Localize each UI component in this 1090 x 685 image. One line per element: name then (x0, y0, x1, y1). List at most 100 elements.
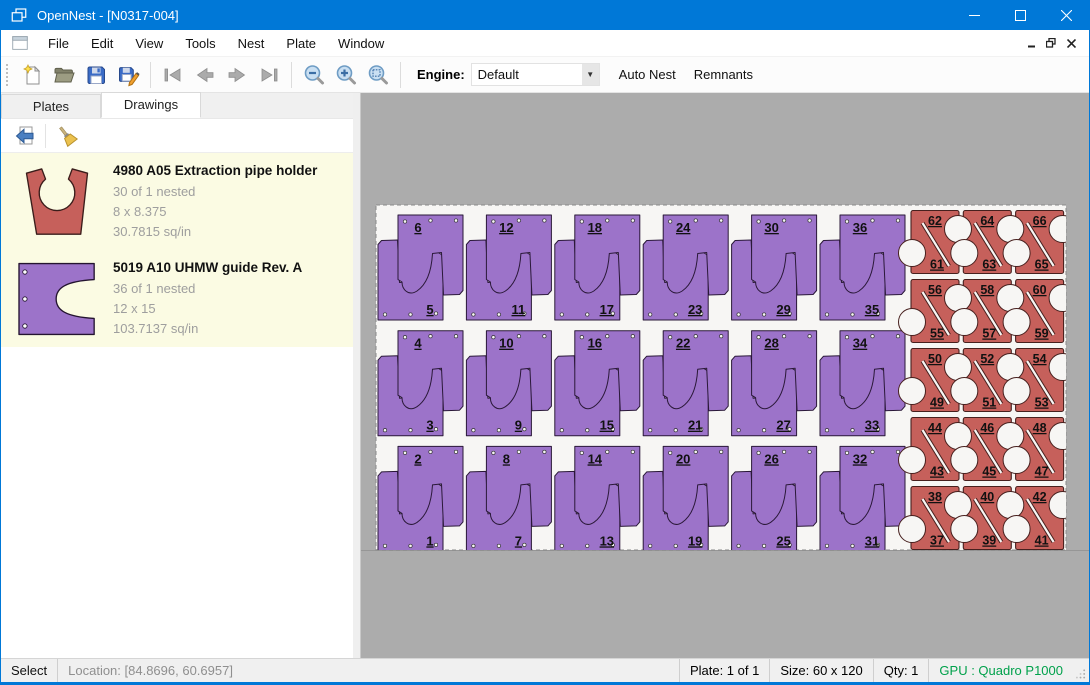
panel-splitter[interactable] (353, 93, 361, 658)
part-label: 62 (928, 214, 942, 228)
maximize-button[interactable] (997, 0, 1043, 30)
tab-plates[interactable]: Plates (1, 94, 101, 118)
drill-hole (669, 451, 672, 454)
part-label: 40 (980, 490, 994, 504)
part-label: 9 (515, 418, 522, 433)
menu-item-window[interactable]: Window (327, 32, 395, 55)
mdi-close-button[interactable] (1061, 34, 1081, 52)
nest-plate-view[interactable]: 6512111817242330293635431091615222128273… (361, 93, 1089, 658)
drawing-area: 30.7815 sq/in (113, 222, 317, 242)
pipe-cradle-cutout (997, 354, 1024, 381)
drill-hole (674, 313, 677, 316)
part-label: 33 (865, 418, 879, 433)
zoom-in-icon (333, 62, 359, 88)
part-label: 14 (588, 451, 603, 466)
drill-hole (517, 450, 520, 453)
drill-hole (560, 429, 563, 432)
part-label: 18 (588, 220, 602, 235)
drill-hole (543, 219, 546, 222)
panel-toolbar-separator (45, 124, 46, 148)
nav-next-button[interactable] (221, 60, 253, 90)
menu-item-view[interactable]: View (124, 32, 174, 55)
app-icon (10, 6, 28, 24)
drill-hole (825, 313, 828, 316)
drill-hole (649, 313, 652, 316)
open-file-button[interactable] (48, 60, 80, 90)
mdi-minimize-button[interactable] (1021, 34, 1041, 52)
pipe-cradle-cutout (1049, 423, 1076, 450)
part-label: 28 (764, 336, 778, 351)
drill-hole (517, 335, 520, 338)
drill-hole (606, 219, 609, 222)
zoom-out-button[interactable] (298, 60, 330, 90)
toolbar-grip[interactable] (5, 63, 10, 87)
drill-hole (543, 335, 546, 338)
combo-dropdown-icon[interactable]: ▼ (582, 64, 599, 85)
drill-hole (720, 219, 723, 222)
drill-hole (720, 335, 723, 338)
status-mode: Select (1, 659, 57, 682)
tab-drawings[interactable]: Drawings (101, 92, 201, 118)
drill-hole (694, 219, 697, 222)
drill-hole (472, 313, 475, 316)
mdi-restore-icon (1046, 38, 1056, 48)
window-title: OpenNest - [N0317-004] (37, 8, 951, 23)
new-file-button[interactable] (16, 60, 48, 90)
part-label: 2 (414, 451, 421, 466)
part-label: 43 (930, 465, 944, 479)
drawing-list: 4980 A05 Extraction pipe holder30 of 1 n… (1, 153, 353, 347)
drill-hole (896, 335, 899, 338)
zoom-in-button[interactable] (330, 60, 362, 90)
part-label: 19 (688, 533, 702, 548)
engine-combobox[interactable]: Default ▼ (471, 63, 600, 86)
opennest-window: OpenNest - [N0317-004] FileEditViewTools… (0, 0, 1090, 685)
pipe-holder-thumbnail (18, 166, 96, 238)
minimize-icon (969, 10, 980, 21)
menu-item-plate[interactable]: Plate (275, 32, 327, 55)
toolbar-separator (150, 62, 151, 88)
menu-item-file[interactable]: File (37, 32, 80, 55)
part-label: 64 (980, 214, 994, 228)
save-button[interactable] (80, 60, 112, 90)
nav-last-button[interactable] (253, 60, 285, 90)
status-bar: Select Location: [84.8696, 60.6957] Plat… (1, 658, 1089, 682)
sidebar-toolbar (1, 119, 353, 153)
drawing-list-item[interactable]: 4980 A05 Extraction pipe holder30 of 1 n… (1, 153, 353, 250)
part-label: 26 (764, 451, 778, 466)
remnants-button[interactable]: Remnants (685, 61, 762, 88)
drill-hole (737, 313, 740, 316)
clear-drawings-button[interactable] (52, 122, 82, 150)
drill-hole (409, 544, 412, 547)
drill-hole (472, 544, 475, 547)
zoom-fit-button[interactable] (362, 60, 394, 90)
part-label: 23 (688, 302, 702, 317)
pipe-cradle-cutout (945, 285, 972, 312)
minimize-button[interactable] (951, 0, 997, 30)
part-label: 66 (1033, 214, 1047, 228)
drill-hole (434, 428, 437, 431)
resize-grip-icon (1076, 668, 1086, 679)
resize-grip[interactable] (1073, 659, 1089, 682)
import-drawing-button[interactable] (9, 122, 39, 150)
nav-previous-button[interactable] (189, 60, 221, 90)
drawing-list-item[interactable]: 5019 A10 UHMW guide Rev. A36 of 1 nested… (1, 250, 353, 347)
new-file-icon (20, 63, 44, 87)
auto-nest-button[interactable]: Auto Nest (610, 61, 685, 88)
close-button[interactable] (1043, 0, 1089, 30)
menu-item-nest[interactable]: Nest (227, 32, 276, 55)
clear-drawings-icon (55, 124, 79, 148)
pipe-cradle-cutout (1049, 216, 1076, 243)
part-label: 22 (676, 336, 690, 351)
menu-item-edit[interactable]: Edit (80, 32, 124, 55)
drill-hole (762, 429, 765, 432)
drill-hole (757, 451, 760, 454)
part-label: 21 (688, 418, 702, 433)
mdi-restore-button[interactable] (1041, 34, 1061, 52)
part-label: 10 (499, 336, 513, 351)
save-as-button[interactable] (112, 60, 144, 90)
drill-hole (674, 544, 677, 547)
status-location: Location: [84.8696, 60.6957] (57, 659, 243, 682)
menu-item-tools[interactable]: Tools (174, 32, 226, 55)
nest-canvas[interactable]: 6512111817242330293635431091615222128273… (361, 93, 1089, 658)
nav-first-button[interactable] (157, 60, 189, 90)
